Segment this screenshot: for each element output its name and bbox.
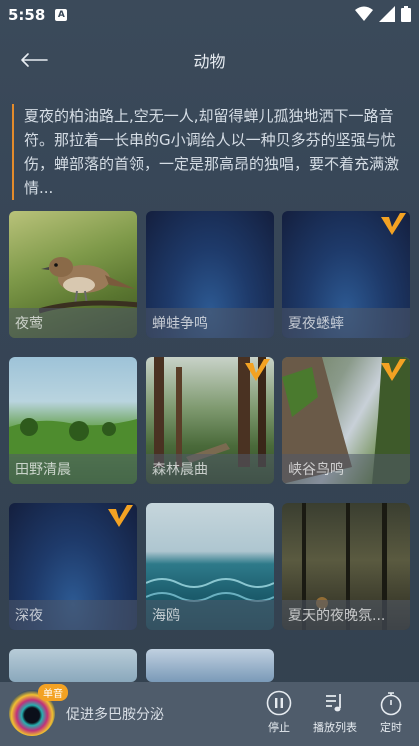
battery-icon bbox=[401, 6, 411, 22]
sound-tile[interactable]: 夏天的夜晚氛... bbox=[282, 503, 410, 630]
category-description: 夏夜的柏油路上,空无一人,却留得蝉儿孤独地洒下一路音符。那拉着一长串的G小调给人… bbox=[12, 104, 410, 200]
playlist-icon bbox=[326, 694, 341, 712]
sound-tile[interactable]: 田野清晨 bbox=[9, 357, 137, 484]
tile-label: 夜莺 bbox=[9, 308, 137, 338]
stop-label: 停止 bbox=[268, 721, 290, 734]
mini-player[interactable]: 单音 促进多巴胺分泌 停止 播放列表 定时 bbox=[0, 682, 419, 746]
sound-tile[interactable] bbox=[146, 649, 274, 682]
sound-tile[interactable]: 夏夜蟋蟀 bbox=[282, 211, 410, 338]
field-illustration bbox=[9, 418, 137, 457]
status-time: 5:58 bbox=[8, 6, 46, 24]
tile-label: 蝉蛙争鸣 bbox=[146, 308, 274, 338]
signal-icon bbox=[379, 6, 395, 22]
sound-tile[interactable]: 森林晨曲 bbox=[146, 357, 274, 484]
header: 动物 bbox=[0, 40, 419, 80]
timer-icon bbox=[380, 692, 402, 716]
wifi-icon bbox=[355, 6, 373, 21]
timer-label: 定时 bbox=[380, 721, 402, 734]
vip-badge-icon bbox=[381, 359, 406, 381]
tile-label: 峡谷鸟鸣 bbox=[282, 454, 410, 484]
sound-tile[interactable]: 深夜 bbox=[9, 503, 137, 630]
sound-tile[interactable]: 夜莺 bbox=[9, 211, 137, 338]
timer-button[interactable]: 定时 bbox=[364, 690, 418, 740]
track-name: 促进多巴胺分泌 bbox=[66, 707, 164, 723]
sim-card-icon: A bbox=[55, 9, 68, 21]
vip-badge-icon bbox=[381, 213, 406, 235]
sound-tile[interactable] bbox=[9, 649, 137, 682]
vip-badge-icon bbox=[245, 359, 270, 381]
tile-label: 森林晨曲 bbox=[146, 454, 274, 484]
playlist-button[interactable]: 播放列表 bbox=[308, 690, 362, 740]
playlist-label: 播放列表 bbox=[313, 721, 357, 734]
vip-badge-icon bbox=[108, 505, 133, 527]
tile-label: 深夜 bbox=[9, 600, 137, 630]
bird-illustration bbox=[39, 257, 137, 314]
sound-tile[interactable]: 峡谷鸟鸣 bbox=[282, 357, 410, 484]
status-icons bbox=[355, 6, 411, 22]
sound-tile[interactable]: 蝉蛙争鸣 bbox=[146, 211, 274, 338]
tile-label: 夏天的夜晚氛... bbox=[282, 600, 410, 630]
stop-button[interactable]: 停止 bbox=[252, 690, 306, 740]
tile-label: 夏夜蟋蟀 bbox=[282, 308, 410, 338]
sound-tile[interactable]: 海鸥 bbox=[146, 503, 274, 630]
pause-icon bbox=[266, 690, 292, 716]
status-bar: 5:58 A bbox=[0, 0, 419, 30]
back-arrow-icon bbox=[21, 53, 48, 67]
tile-label: 田野清晨 bbox=[9, 454, 137, 484]
tile-label: 海鸥 bbox=[146, 600, 274, 630]
page-title: 动物 bbox=[193, 52, 226, 71]
single-badge: 单音 bbox=[38, 684, 68, 701]
back-button[interactable] bbox=[14, 46, 54, 74]
